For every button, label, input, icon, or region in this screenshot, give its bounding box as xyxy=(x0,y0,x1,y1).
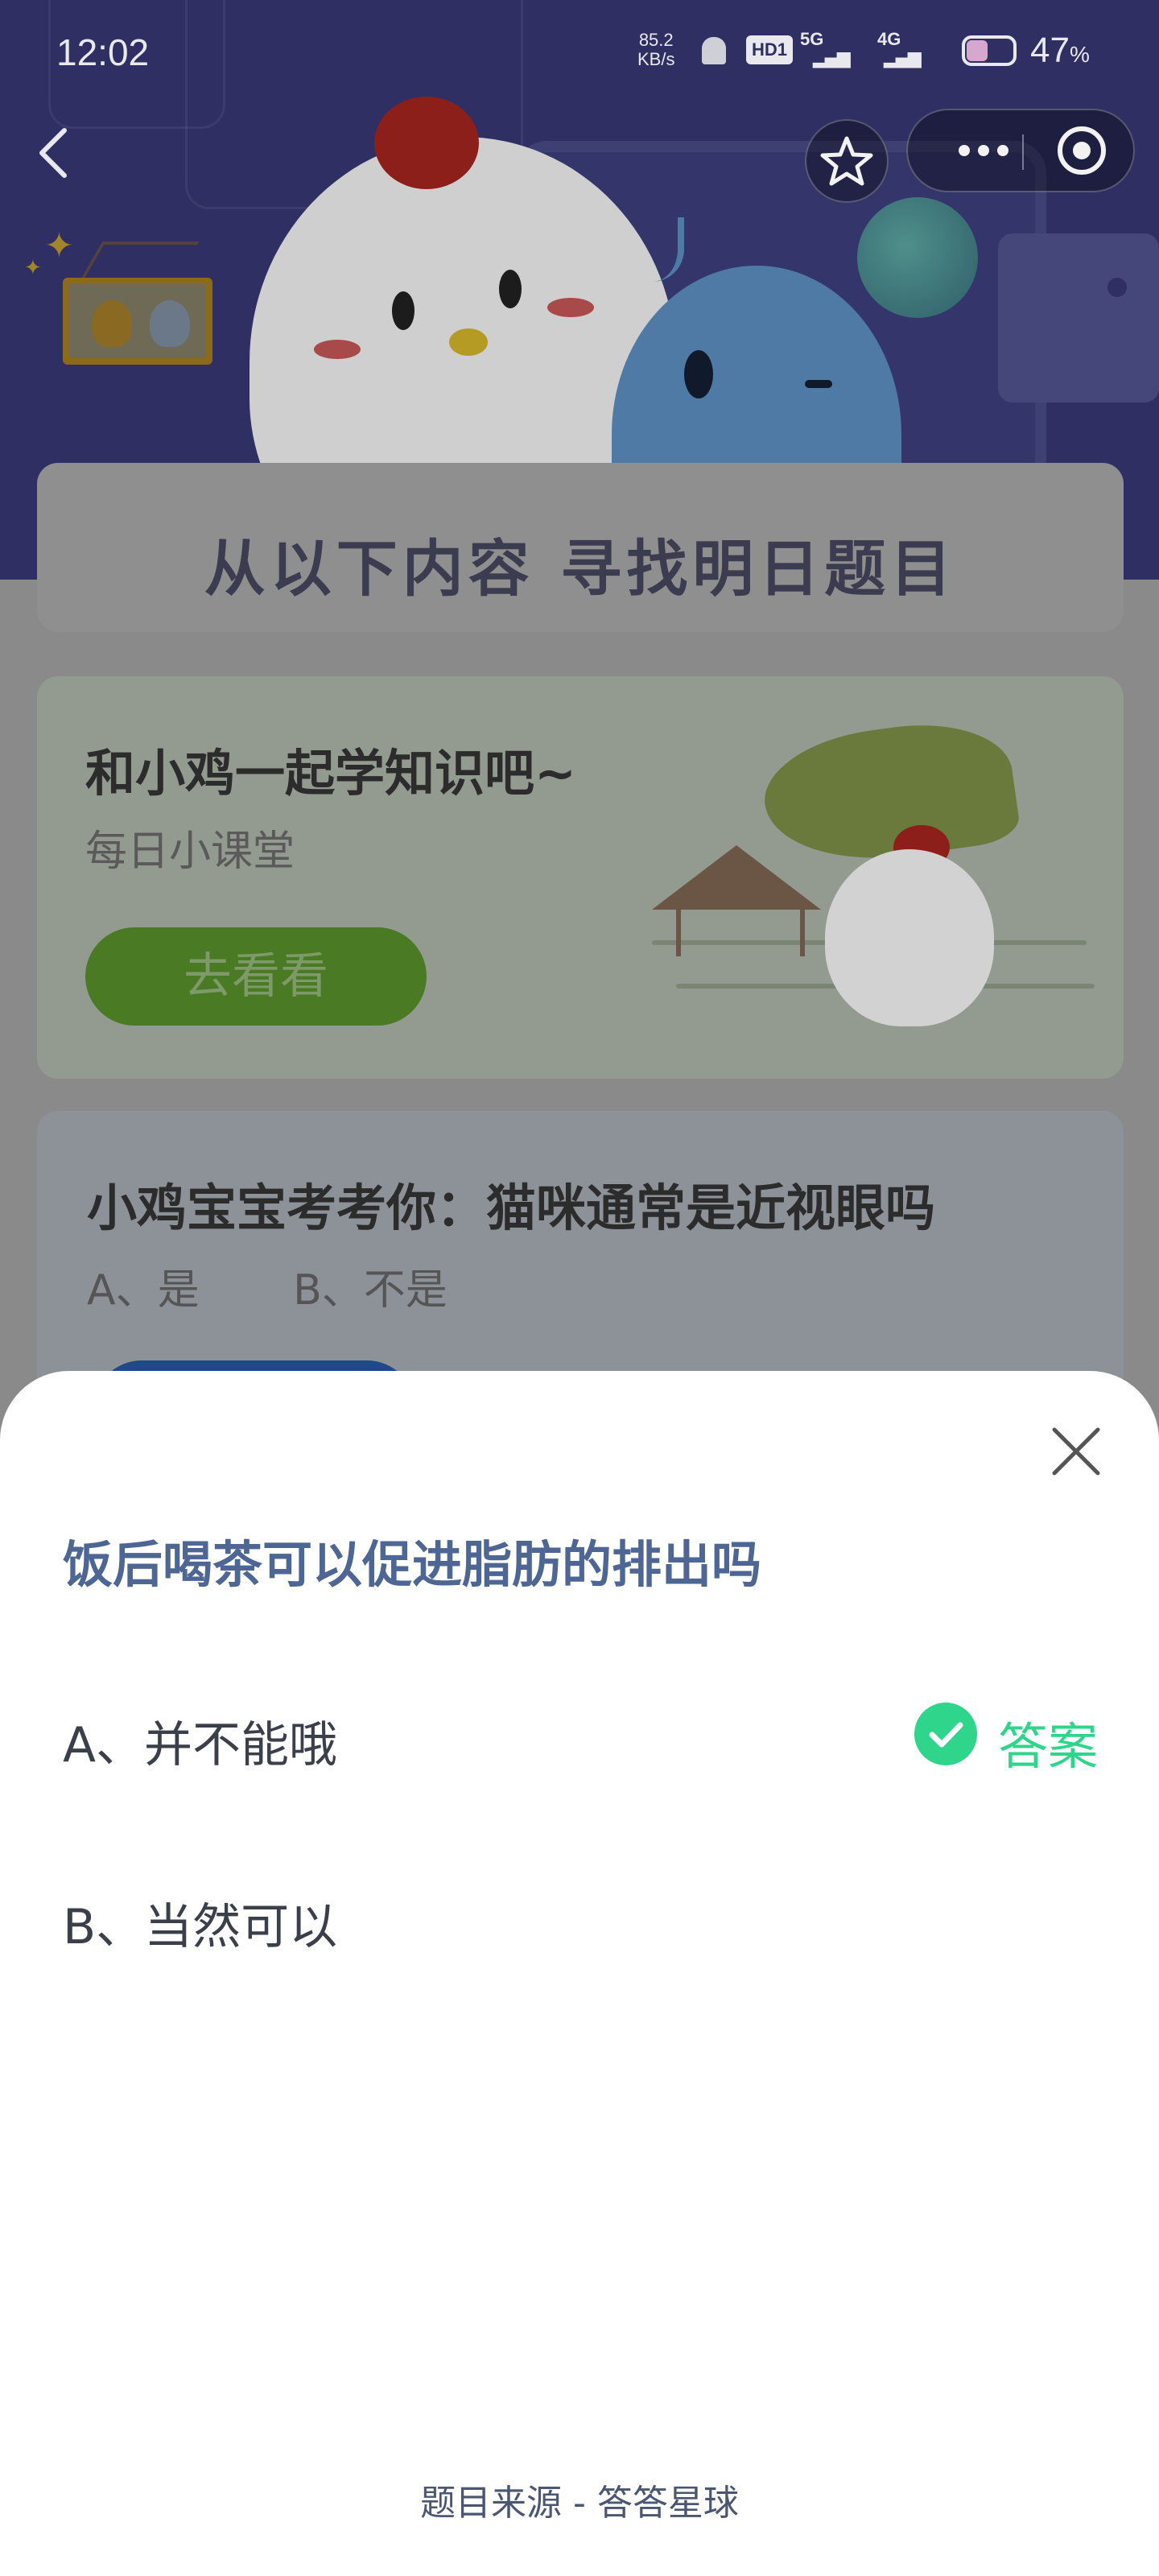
answer-label: 答案 xyxy=(998,1717,1099,1776)
exit-mini-program-button[interactable] xyxy=(1037,110,1125,191)
bell-icon xyxy=(702,37,726,64)
net-speed-value: 85.2 xyxy=(638,30,674,50)
chevron-left-icon xyxy=(39,128,67,178)
find-tomorrow-card: 从以下内容 寻找明日题目 xyxy=(37,463,1124,632)
answer-tag: 答案 xyxy=(914,1703,1101,1776)
chicken-cheek xyxy=(547,298,594,317)
daily-class-subtitle: 每日小课堂 xyxy=(85,828,295,876)
hero-pole xyxy=(998,233,1159,402)
more-dots-icon xyxy=(959,145,1008,156)
quiz-option-a: A、是 xyxy=(87,1266,200,1315)
alien-wink xyxy=(805,380,832,388)
option-a[interactable]: A、并不能哦 答案 xyxy=(63,1685,1101,1781)
option-b-label: B、当然可以 xyxy=(63,1899,338,1955)
battery-icon xyxy=(962,35,1017,66)
chicken-eye xyxy=(392,291,415,330)
sparkle-icon: ✦ xyxy=(44,225,74,266)
mini-program-capsule xyxy=(906,109,1135,192)
option-a-label: A、并不能哦 xyxy=(63,1717,338,1773)
medal-board xyxy=(63,278,212,365)
star-icon xyxy=(820,136,873,186)
alien-eye xyxy=(684,350,713,398)
back-button[interactable] xyxy=(31,121,79,185)
net-speed-unit: KB/s xyxy=(637,49,675,69)
favorite-button[interactable] xyxy=(805,119,889,203)
net-type-1: 5G xyxy=(800,29,824,49)
option-b[interactable]: B、当然可以 xyxy=(63,1867,1101,1963)
find-title: 从以下内容 寻找明日题目 xyxy=(204,533,957,605)
target-circle-icon xyxy=(1058,126,1106,175)
planet-icon xyxy=(857,197,978,318)
quiz-option-b: B、不是 xyxy=(293,1266,448,1315)
net-speed: 85.2 KB/s xyxy=(637,31,674,69)
battery-percent: 47% xyxy=(1030,31,1090,71)
net-type-2: 4G xyxy=(877,29,901,49)
close-icon xyxy=(1052,1427,1100,1476)
hd-badge: HD1 xyxy=(746,35,793,64)
capsule-divider xyxy=(1022,134,1024,170)
question-title: 饭后喝茶可以促进脂肪的排出吗 xyxy=(63,1535,762,1594)
quiz-title: 小鸡宝宝考考你：猫咪通常是近视眼吗 xyxy=(87,1179,936,1237)
status-bar: 12:02 85.2 KB/s HD1 5G ▂▄▆ 4G ▂▄▆ 47% xyxy=(0,0,1159,105)
sparkle-icon: ✦ xyxy=(24,256,42,280)
small-chick-illustration xyxy=(825,849,994,1026)
daily-class-title: 和小鸡一起学知识吧~ xyxy=(85,744,576,803)
question-source: 题目来源 - 答答星球 xyxy=(420,2483,739,2524)
battery-percent-value: 47 xyxy=(1030,31,1070,70)
pavilion-base xyxy=(676,908,805,956)
more-button[interactable] xyxy=(935,110,1020,191)
signal-icon: ▂▄▆ xyxy=(813,48,851,68)
medal-icon xyxy=(92,300,132,347)
chicken-beak xyxy=(449,328,488,356)
medal-icon xyxy=(150,300,190,347)
status-time: 12:02 xyxy=(56,31,150,73)
close-button[interactable] xyxy=(1046,1422,1106,1481)
check-circle-icon xyxy=(914,1703,977,1765)
chicken-cheek xyxy=(314,340,361,359)
quiz-options: A、是 B、不是 xyxy=(87,1256,448,1316)
battery-percent-unit: % xyxy=(1069,42,1090,67)
signal-icon: ▂▄▆ xyxy=(884,48,922,68)
chicken-comb xyxy=(374,97,479,189)
battery-level xyxy=(967,40,988,61)
chicken-eye xyxy=(499,270,522,308)
go-watch-button[interactable]: 去看看 xyxy=(85,927,427,1026)
answer-sheet: 饭后喝茶可以促进脂肪的排出吗 A、并不能哦 答案 B、当然可以 题目来源 - 答… xyxy=(0,1371,1159,2576)
